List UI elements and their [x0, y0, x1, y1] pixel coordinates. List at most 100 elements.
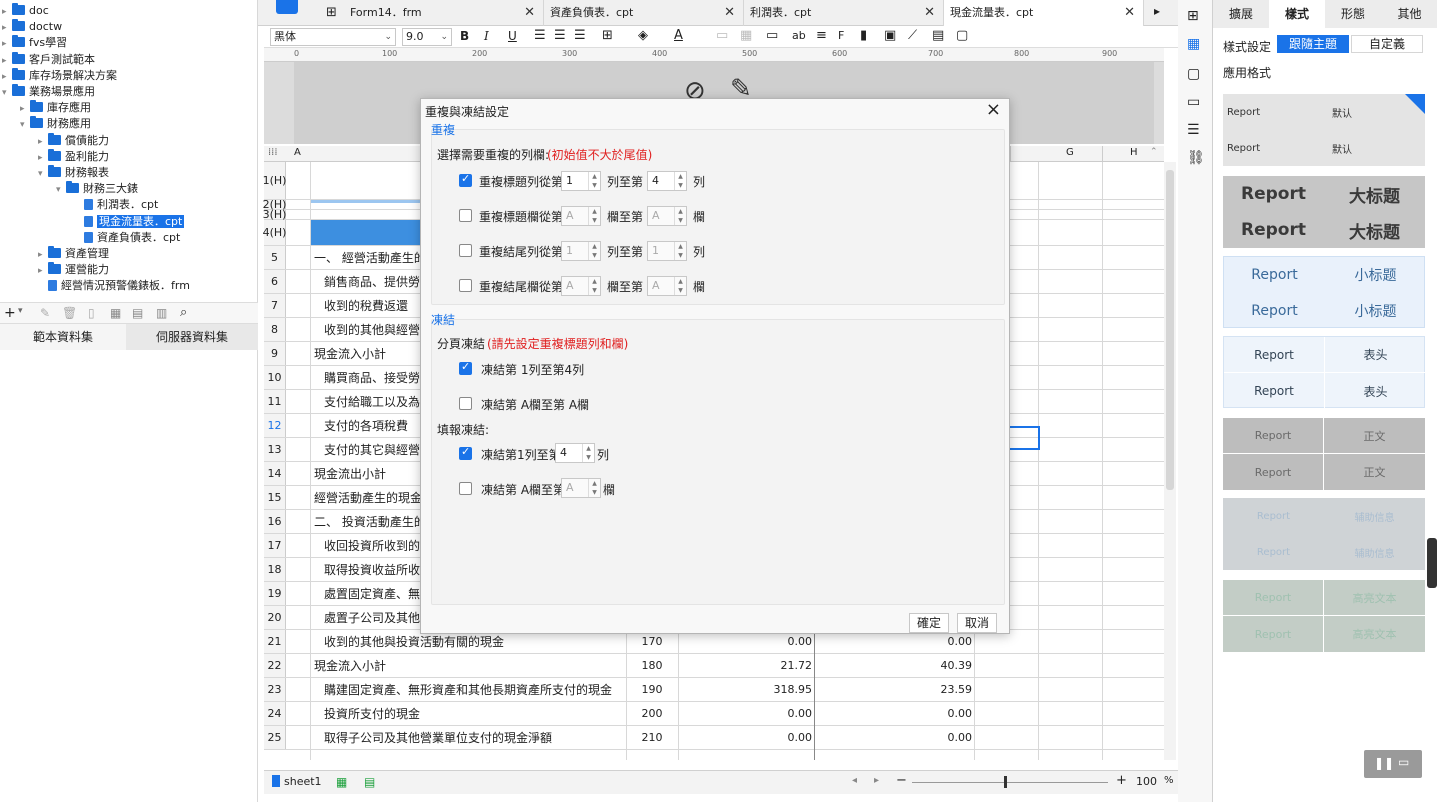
tab-other[interactable]: 其他	[1381, 0, 1437, 28]
bold-icon[interactable]: B	[460, 29, 469, 43]
spinner-arrows-icon[interactable]: ▲ ▼	[588, 277, 600, 295]
tree-item[interactable]: ▾ 財務三大錶	[0, 181, 138, 197]
sheet-tab[interactable]: sheet1	[284, 775, 322, 788]
tree-item[interactable]: 現金流量表．cpt	[0, 214, 185, 230]
border-icon[interactable]: ⊞	[602, 28, 613, 43]
table-row[interactable]: 24 投資所支付的現金 200 0.00 0.00	[264, 702, 1164, 726]
textfield-icon[interactable]: ▭	[766, 28, 778, 43]
fill-freeze-rows-spinner[interactable]: 4 ▲ ▼	[555, 443, 595, 463]
slash-icon[interactable]: ⟋	[908, 28, 917, 43]
row-number[interactable]: 1(H)	[263, 162, 286, 199]
collapsed-arrow-icon[interactable]: ▸	[38, 247, 48, 263]
row-number[interactable]: 16	[264, 510, 286, 533]
expanded-arrow-icon[interactable]: ▾	[56, 182, 66, 198]
spinner-arrows-icon[interactable]: ▲ ▼	[582, 444, 594, 462]
close-icon[interactable]: ×	[986, 99, 1001, 120]
zoom-in-icon[interactable]: +	[1116, 773, 1127, 788]
collapsed-arrow-icon[interactable]: ▸	[2, 53, 12, 69]
tab-expand[interactable]: 擴展	[1213, 0, 1269, 28]
repeat-from-spinner[interactable]: 1 ▲ ▼	[561, 171, 601, 191]
repeat-from-spinner[interactable]: A ▲ ▼	[561, 206, 601, 226]
spinner-arrows-icon[interactable]: ▲ ▼	[588, 172, 600, 190]
tab-form14[interactable]: Form14．frm ✕	[344, 0, 544, 26]
row-number[interactable]: 4(H)	[263, 220, 286, 245]
repeat-to-spinner[interactable]: A ▲ ▼	[647, 206, 687, 226]
custom-style-button[interactable]: 自定義	[1351, 35, 1423, 53]
scroll-left-icon[interactable]: ◂	[852, 775, 857, 786]
font-select[interactable]: 黑体 ⌄	[270, 28, 396, 46]
cell-a[interactable]: 購建固定資產、無形資產和其他長期資產所支付的現金	[310, 678, 625, 701]
style-preset[interactable]: Report 正文 Report 正文	[1223, 418, 1425, 490]
tree-item[interactable]: ▸ 客戶測試範本	[0, 51, 95, 69]
repeat-to-spinner[interactable]: 4 ▲ ▼	[647, 171, 687, 191]
chart-icon[interactable]: ▮	[860, 28, 867, 43]
file-icon[interactable]: ▯	[88, 306, 95, 320]
tree-item[interactable]: ▸ 運營能力	[0, 262, 109, 278]
zoom-slider[interactable]	[912, 782, 1108, 783]
fill-color-icon[interactable]: ◈	[638, 28, 648, 43]
screen-icon[interactable]: ▭	[1398, 755, 1409, 769]
widget-icon[interactable]: ▭	[1187, 94, 1200, 110]
panel-scroll-handle[interactable]	[1427, 538, 1437, 588]
cell-d[interactable]: 23.59	[814, 678, 974, 701]
table-row[interactable]: 23 購建固定資產、無形資產和其他長期資產所支付的現金 190 318.95 23.5…	[264, 678, 1164, 702]
repeat-checkbox[interactable]	[459, 279, 472, 292]
collapsed-arrow-icon[interactable]: ▸	[2, 4, 12, 20]
tab-cash-flow[interactable]: 現金流量表．cpt ✕	[944, 0, 1144, 26]
fill-freeze-cols-spinner[interactable]: A ▲ ▼	[561, 478, 601, 498]
row-number[interactable]: 18	[264, 558, 286, 581]
collapsed-arrow-icon[interactable]: ▸	[2, 69, 12, 85]
close-icon[interactable]: ✕	[724, 0, 735, 26]
cancel-button[interactable]: 取消	[957, 613, 997, 633]
cell-c[interactable]: 21.72	[678, 654, 814, 677]
collapsed-arrow-icon[interactable]: ▸	[20, 101, 30, 117]
cell-b[interactable]: 200	[626, 702, 678, 725]
table-row[interactable]: 25 取得子公司及其他營業單位支付的現金淨額 210 0.00 0.00	[264, 726, 1164, 750]
row-number[interactable]: 22	[264, 654, 286, 677]
cell-b[interactable]: 180	[626, 654, 678, 677]
menu-icon[interactable]	[276, 0, 298, 14]
style-preset[interactable]: Report 表头 Report 表头	[1223, 336, 1426, 409]
tree-item[interactable]: ▸ 盈利能力	[0, 148, 109, 165]
style-preset[interactable]: Report 大标题 Report 大标题	[1223, 176, 1425, 248]
row-number[interactable]: 20	[264, 606, 286, 629]
style-preset[interactable]: Report 高亮文本 Report 高亮文本	[1223, 580, 1425, 652]
row-number[interactable]: 12	[264, 414, 286, 437]
collapsed-arrow-icon[interactable]: ▸	[38, 263, 48, 279]
ok-button[interactable]: 確定	[909, 613, 949, 633]
spinner-arrows-icon[interactable]: ▲ ▼	[674, 242, 686, 260]
tab-balance-sheet[interactable]: 資產負債表．cpt ✕	[544, 0, 744, 26]
select-all-icon[interactable]: ⁞⁞⁞	[268, 147, 278, 158]
cell-a[interactable]: 取得子公司及其他營業單位支付的現金淨額	[310, 726, 625, 749]
search-icon[interactable]: ⌕	[180, 305, 187, 320]
zoom-value[interactable]: 100	[1136, 775, 1157, 788]
repeat-to-spinner[interactable]: 1 ▲ ▼	[647, 241, 687, 261]
row-number[interactable]: 15	[264, 486, 286, 509]
chevron-down-icon[interactable]: ▾	[18, 306, 23, 316]
expanded-arrow-icon[interactable]: ▾	[20, 117, 30, 133]
column-label-g[interactable]: G	[1066, 147, 1074, 158]
tab-server-dataset[interactable]: 伺服器資料集	[126, 324, 258, 350]
collapsed-arrow-icon[interactable]: ▸	[38, 134, 48, 150]
style-preset[interactable]: Report 默认 Report 默认	[1223, 94, 1425, 166]
fill-freeze-rows-checkbox[interactable]	[459, 445, 472, 460]
cell-b[interactable]: 190	[626, 678, 678, 701]
pause-icon[interactable]: ❚❚	[1374, 756, 1394, 770]
image-icon[interactable]: ▣	[884, 28, 896, 43]
tab-shape[interactable]: 形態	[1325, 0, 1381, 28]
freeze-rows-checkbox[interactable]	[459, 360, 472, 375]
scroll-up-icon[interactable]: ⌃	[1150, 147, 1158, 157]
close-icon[interactable]: ✕	[924, 0, 935, 26]
zoom-thumb[interactable]	[1004, 776, 1007, 788]
row-number[interactable]: 13	[264, 438, 286, 461]
font-size-select[interactable]: 9.0 ⌄	[402, 28, 452, 46]
repeat-from-spinner[interactable]: 1 ▲ ▼	[561, 241, 601, 261]
collapsed-arrow-icon[interactable]: ▸	[2, 20, 12, 36]
font-color-icon[interactable]: A	[674, 28, 683, 43]
tab-income-statement[interactable]: 利潤表．cpt ✕	[744, 0, 944, 26]
recording-control[interactable]: ❚❚ ▭	[1364, 750, 1422, 778]
tree-item[interactable]: ▸ fvs學習	[0, 35, 67, 51]
cell-a[interactable]: 現金流入小計	[310, 654, 625, 677]
spinner-arrows-icon[interactable]: ▲ ▼	[588, 207, 600, 225]
tree-item[interactable]: ▸ 資產管理	[0, 246, 109, 262]
